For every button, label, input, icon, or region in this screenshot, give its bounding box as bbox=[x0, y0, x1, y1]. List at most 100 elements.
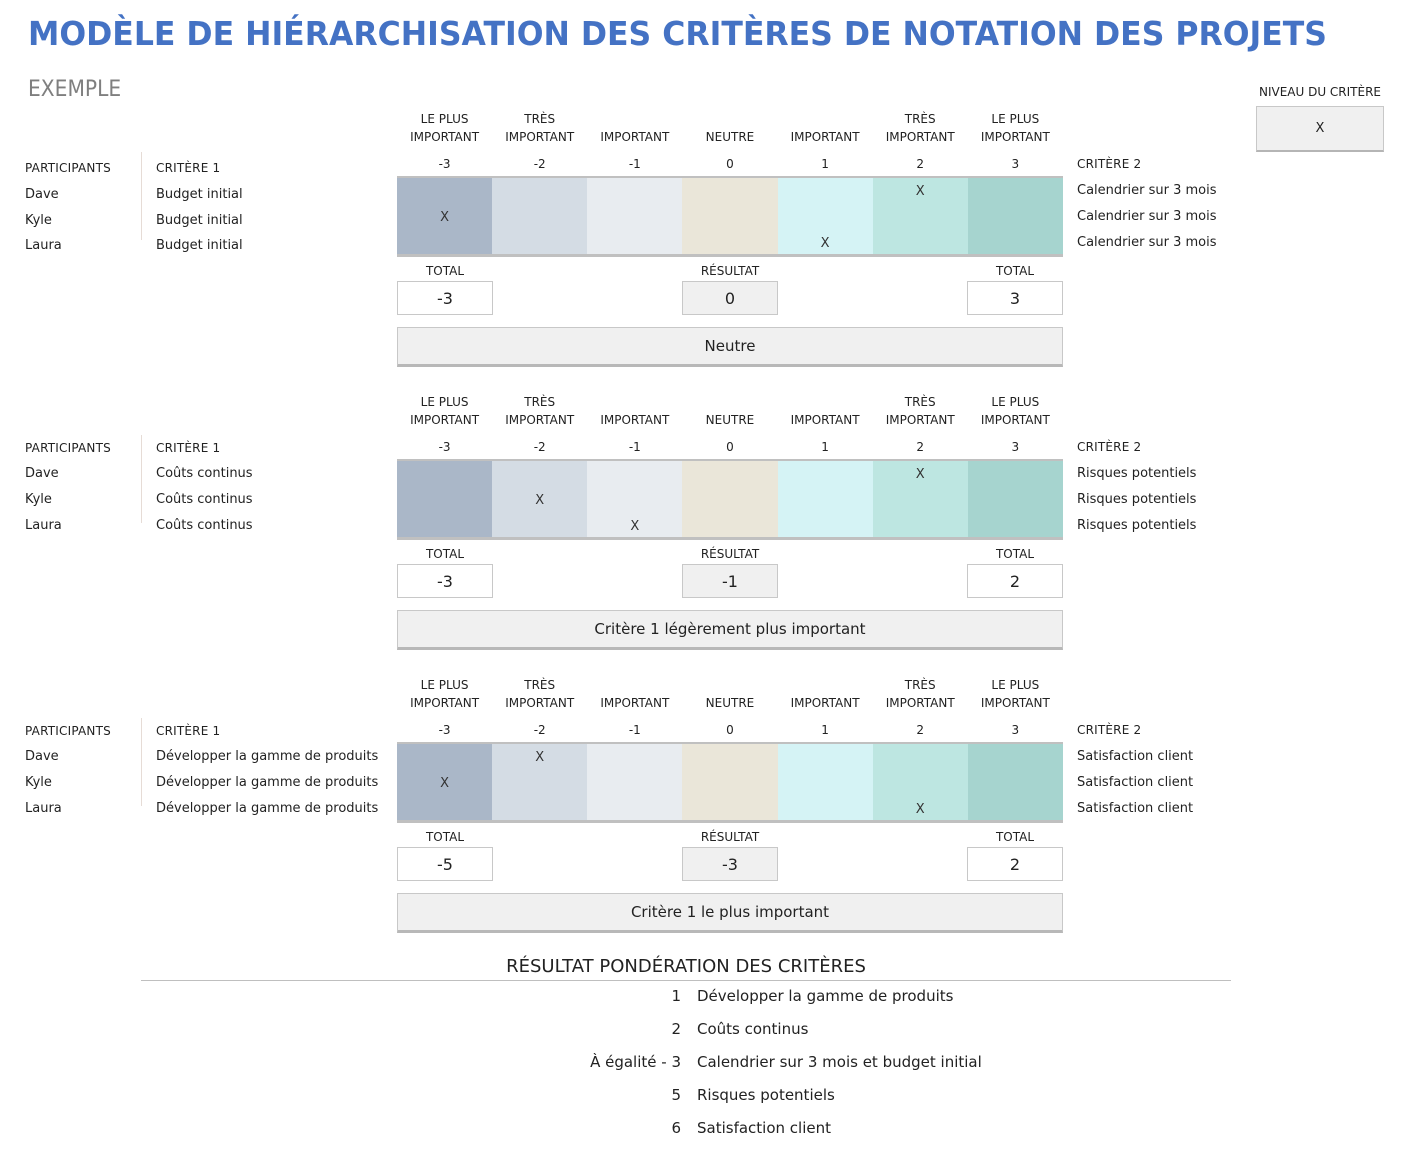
verdict-box: Neutre bbox=[397, 327, 1063, 367]
result-label: RÉSULTAT bbox=[700, 264, 760, 278]
scale-header: LE PLUS IMPORTANT TRÈS IMPORTANT IMPORTANT NE… bbox=[397, 393, 1063, 429]
rating-cell[interactable]: X bbox=[777, 178, 873, 254]
total-right-label: TOTAL bbox=[995, 264, 1035, 278]
participants-header: PARTICIPANTS bbox=[25, 724, 111, 738]
scale-label: LE PLUS IMPORTANT bbox=[968, 676, 1063, 712]
scale-label-line1: TRÈS bbox=[524, 395, 556, 409]
scale-label-line2: IMPORTANT bbox=[885, 130, 955, 144]
scale-label-line2: IMPORTANT bbox=[410, 696, 480, 710]
verdict-box: Critère 1 le plus important bbox=[397, 893, 1063, 933]
scale-value: -3 bbox=[438, 440, 451, 454]
participant-name: Dave bbox=[25, 749, 59, 764]
rating-cell[interactable]: X bbox=[587, 461, 683, 537]
scale-label-line2: IMPORTANT bbox=[410, 130, 480, 144]
scale-label: IMPORTANT bbox=[587, 676, 682, 712]
column-divider bbox=[141, 435, 142, 523]
scale-value: -1 bbox=[628, 440, 641, 454]
criterion2-value: Calendrier sur 3 mois bbox=[1077, 209, 1217, 224]
scale-label-line1: LE PLUS bbox=[420, 112, 469, 126]
rating-cell[interactable] bbox=[682, 178, 778, 254]
scale-label-line1: LE PLUS bbox=[420, 678, 469, 692]
scale-values: -3 -2 -1 0 1 2 3 bbox=[397, 157, 1063, 171]
criterion1-value: Coûts continus bbox=[156, 518, 253, 533]
criterion-level-label: NIVEAU DU CRITÈRE bbox=[1258, 85, 1382, 99]
rating-cell[interactable] bbox=[777, 744, 873, 820]
scale-label-line1: LE PLUS bbox=[991, 112, 1040, 126]
rating-cell[interactable] bbox=[967, 178, 1063, 254]
scale-label-line2: NEUTRE bbox=[705, 413, 755, 427]
rating-cell[interactable]: X bbox=[492, 461, 588, 537]
scale-values: -3 -2 -1 0 1 2 3 bbox=[397, 723, 1063, 737]
rating-cell[interactable]: X bbox=[872, 178, 968, 254]
rating-cell[interactable] bbox=[587, 744, 683, 820]
scale-label: LE PLUS IMPORTANT bbox=[397, 393, 492, 429]
ranking-criterion: Risques potentiels bbox=[697, 1086, 835, 1104]
criterion1-value: Développer la gamme de produits bbox=[156, 775, 379, 790]
scale-label: LE PLUS IMPORTANT bbox=[968, 393, 1063, 429]
total-left-value: -3 bbox=[397, 281, 493, 315]
ranking-row: À égalité - 3 Calendrier sur 3 mois et bu… bbox=[0, 1053, 1412, 1077]
criterion2-value: Risques potentiels bbox=[1077, 466, 1197, 481]
criterion2-header: CRITÈRE 2 bbox=[1077, 723, 1142, 737]
rating-cell[interactable] bbox=[682, 461, 778, 537]
criterion1-value: Budget initial bbox=[156, 238, 243, 253]
ranking-position: À égalité - 3 bbox=[590, 1053, 681, 1071]
criterion1-header: CRITÈRE 1 bbox=[156, 724, 221, 738]
vote-mark: X bbox=[820, 236, 830, 251]
rating-cell[interactable]: X bbox=[397, 178, 493, 254]
participant-name: Laura bbox=[25, 238, 62, 253]
criterion2-value: Risques potentiels bbox=[1077, 492, 1197, 507]
total-left-label: TOTAL bbox=[425, 547, 465, 561]
ranking-row: 2 Coûts continus bbox=[0, 1020, 1412, 1044]
scale-label-line1: TRÈS bbox=[524, 678, 556, 692]
rating-cell[interactable]: X bbox=[397, 744, 493, 820]
rating-cell[interactable] bbox=[587, 178, 683, 254]
scale-value: 3 bbox=[1011, 157, 1020, 171]
criterion1-value: Développer la gamme de produits bbox=[156, 801, 379, 816]
ranking-criterion: Calendrier sur 3 mois et budget initial bbox=[697, 1053, 982, 1071]
scale-value: 2 bbox=[916, 440, 924, 454]
scale-value: 1 bbox=[821, 723, 829, 737]
total-right-label: TOTAL bbox=[995, 547, 1035, 561]
rating-cell[interactable]: X bbox=[872, 744, 968, 820]
scale-label: IMPORTANT bbox=[778, 676, 873, 712]
rating-cell[interactable] bbox=[397, 461, 493, 537]
rating-cell[interactable] bbox=[492, 178, 588, 254]
participant-name: Laura bbox=[25, 518, 62, 533]
scale-label-line1: LE PLUS bbox=[991, 395, 1040, 409]
column-divider bbox=[141, 718, 142, 806]
result-label: RÉSULTAT bbox=[700, 830, 760, 844]
summary-divider bbox=[141, 980, 1231, 981]
rating-cell[interactable]: X bbox=[872, 461, 968, 537]
scale-value: -1 bbox=[628, 723, 641, 737]
page-subtitle: EXEMPLE bbox=[28, 77, 122, 102]
summary-title: RÉSULTAT PONDÉRATION DES CRITÈRES bbox=[506, 956, 866, 977]
scale-label: NEUTRE bbox=[682, 110, 777, 146]
participant-name: Dave bbox=[25, 187, 59, 202]
scale-label-line1: LE PLUS bbox=[420, 395, 469, 409]
scale-values: -3 -2 -1 0 1 2 3 bbox=[397, 440, 1063, 454]
scale-label-line2: IMPORTANT bbox=[980, 130, 1050, 144]
scale-value: 3 bbox=[1011, 723, 1020, 737]
scale-label: TRÈS IMPORTANT bbox=[492, 393, 587, 429]
rating-cell[interactable]: X bbox=[492, 744, 588, 820]
result-value: -1 bbox=[682, 564, 778, 598]
rating-cell[interactable] bbox=[967, 744, 1063, 820]
total-right-label: TOTAL bbox=[995, 830, 1035, 844]
rating-cell[interactable] bbox=[682, 744, 778, 820]
criterion1-header: CRITÈRE 1 bbox=[156, 441, 221, 455]
result-value: 0 bbox=[682, 281, 778, 315]
ranking-criterion: Développer la gamme de produits bbox=[697, 987, 954, 1005]
criterion2-value: Calendrier sur 3 mois bbox=[1077, 235, 1217, 250]
scale-value: 2 bbox=[916, 723, 924, 737]
total-left-value: -5 bbox=[397, 847, 493, 881]
ranking-position: 1 bbox=[671, 987, 681, 1005]
criterion1-value: Développer la gamme de produits bbox=[156, 749, 379, 764]
ranking-row: 1 Développer la gamme de produits bbox=[0, 987, 1412, 1011]
scale-label-line2: IMPORTANT bbox=[980, 696, 1050, 710]
rating-cell[interactable] bbox=[777, 461, 873, 537]
scale-label-line2: IMPORTANT bbox=[600, 130, 670, 144]
criterion2-value: Risques potentiels bbox=[1077, 518, 1197, 533]
scale-label: TRÈS IMPORTANT bbox=[492, 676, 587, 712]
rating-cell[interactable] bbox=[967, 461, 1063, 537]
